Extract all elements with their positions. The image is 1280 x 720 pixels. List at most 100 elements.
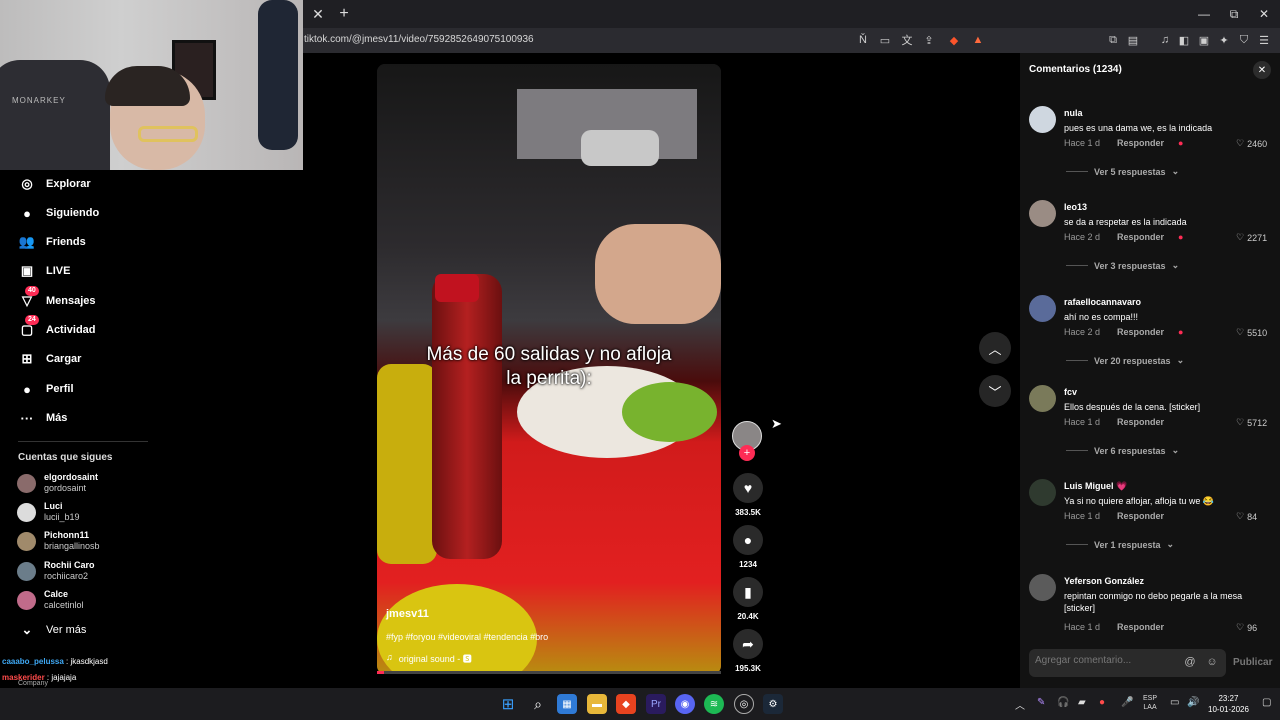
minimize-button[interactable]: —: [1194, 4, 1214, 24]
share-icon[interactable]: ⇪: [921, 32, 937, 48]
save-button[interactable]: ▮: [733, 577, 763, 607]
reply-button[interactable]: Responder: [1117, 327, 1164, 337]
reply-button[interactable]: Responder: [1117, 511, 1164, 521]
video-author[interactable]: jmesv11: [386, 608, 429, 620]
sidebar-item-live[interactable]: ▣ LIVE: [18, 261, 71, 281]
translate-icon[interactable]: 文: [899, 32, 915, 48]
notifications-icon[interactable]: ▢: [1262, 697, 1271, 708]
reply-button[interactable]: Responder: [1117, 138, 1164, 148]
next-video-button[interactable]: ﹀: [979, 375, 1011, 407]
photos-icon[interactable]: ▦: [557, 694, 577, 714]
comment-username[interactable]: leo13: [1064, 202, 1087, 212]
comment-avatar[interactable]: [1029, 574, 1056, 601]
network-icon[interactable]: ▭: [1170, 697, 1179, 708]
publish-button[interactable]: Publicar: [1233, 657, 1272, 668]
leo-icon[interactable]: ✦: [1216, 32, 1232, 48]
obs-icon[interactable]: ◎: [734, 694, 754, 714]
new-tab-button[interactable]: +: [334, 4, 354, 24]
comment-username[interactable]: rafaellocannavaro: [1064, 297, 1141, 307]
url-field[interactable]: tiktok.com/@jmesv11/video/75928526490751…: [304, 34, 534, 45]
comment-username[interactable]: Yeferson González: [1064, 576, 1144, 586]
brave-browser-icon[interactable]: ◆: [616, 694, 636, 714]
comment-username[interactable]: nula: [1064, 108, 1083, 118]
search-icon[interactable]: ⌕: [528, 694, 548, 714]
sidebar-item-cargar[interactable]: ⊞ Cargar: [18, 349, 82, 369]
reply-button[interactable]: Responder: [1117, 232, 1164, 242]
screenshot-icon[interactable]: ▭: [877, 32, 893, 48]
comment-avatar[interactable]: [1029, 106, 1056, 133]
tray-steam-icon[interactable]: ▰: [1078, 697, 1086, 708]
comment-input[interactable]: [1035, 655, 1175, 666]
view-replies-button[interactable]: Ver 1 respuesta ⌄: [1066, 539, 1174, 550]
comment-like-button[interactable]: ♡ 2460: [1236, 138, 1267, 149]
reader-icon[interactable]: Ň: [855, 32, 871, 48]
comment-like-button[interactable]: ♡ 2271: [1236, 232, 1267, 243]
spotify-icon[interactable]: ≋: [704, 694, 724, 714]
sidebar-icon[interactable]: ◧: [1176, 32, 1192, 48]
clock[interactable]: 23:27 10-01-2026: [1208, 693, 1249, 715]
comment-avatar[interactable]: [1029, 200, 1056, 227]
emoji-icon[interactable]: ☺: [1204, 654, 1220, 670]
sidebar-item-mensajes[interactable]: ▽ 40 Mensajes: [18, 286, 96, 311]
reply-button[interactable]: Responder: [1117, 417, 1164, 427]
following-account[interactable]: elgordosaint gordosaint: [17, 470, 98, 496]
maximize-button[interactable]: ⧉: [1224, 4, 1244, 24]
language-indicator[interactable]: ESP LAA: [1143, 694, 1157, 712]
sidebar-item-perfil[interactable]: ● Perfil: [18, 379, 73, 399]
rewards-icon[interactable]: ▲: [970, 32, 986, 48]
share-button[interactable]: ➦: [733, 629, 763, 659]
mention-icon[interactable]: @: [1182, 654, 1198, 670]
view-replies-button[interactable]: Ver 6 respuestas ⌄: [1066, 445, 1179, 456]
mic-icon[interactable]: 🎤: [1121, 697, 1133, 708]
comment-avatar[interactable]: [1029, 385, 1056, 412]
previous-video-button[interactable]: ︿: [979, 332, 1011, 364]
comment-input-box[interactable]: @ ☺: [1029, 649, 1226, 677]
wallet2-icon[interactable]: ▣: [1196, 32, 1212, 48]
following-account[interactable]: Pichonn11 briangallinosb: [17, 528, 100, 554]
comment-button[interactable]: ●: [733, 525, 763, 555]
see-more-button[interactable]: ⌄ Ver más: [18, 620, 87, 640]
comment-avatar[interactable]: [1029, 295, 1056, 322]
like-button[interactable]: ♥: [733, 473, 763, 503]
comment-like-button[interactable]: ♡ 96: [1236, 622, 1257, 633]
comment-username[interactable]: Luis Miguel 💗: [1064, 481, 1127, 492]
following-account[interactable]: Rochii Caro rochiicaro2: [17, 558, 95, 584]
comment-like-button[interactable]: ♡ 5712: [1236, 417, 1267, 428]
video-progress-bar[interactable]: [377, 671, 721, 674]
video-sound[interactable]: ♫ original sound - 🆂: [386, 652, 472, 665]
wallet-icon[interactable]: ▤: [1125, 32, 1141, 48]
comment-like-button[interactable]: ♡ 84: [1236, 511, 1257, 522]
headset-icon[interactable]: 🎧: [1057, 697, 1069, 708]
video-hashtags[interactable]: #fyp #foryou #videoviral #tendencia #bro: [386, 632, 548, 642]
comment-like-button[interactable]: ♡ 5510: [1236, 327, 1267, 338]
view-replies-button[interactable]: Ver 20 respuestas ⌄: [1066, 355, 1184, 366]
menu-icon[interactable]: ☰: [1256, 32, 1272, 48]
comment-username[interactable]: fcv: [1064, 387, 1077, 397]
tray-app-icon[interactable]: ✎: [1037, 697, 1045, 708]
sidebar-item-siguiendo[interactable]: ● Siguiendo: [18, 203, 99, 223]
sidebar-item-actividad[interactable]: ▢ 24 Actividad: [18, 315, 96, 340]
discord-icon[interactable]: ◉: [675, 694, 695, 714]
window-close-button[interactable]: ✕: [1254, 4, 1274, 24]
brave-shield-icon[interactable]: ◆: [946, 32, 962, 48]
steam-icon[interactable]: ⚙: [763, 694, 783, 714]
following-account[interactable]: Luci lucii_b19: [17, 499, 80, 525]
volume-icon[interactable]: 🔊: [1187, 697, 1199, 708]
view-replies-button[interactable]: Ver 3 respuestas ⌄: [1066, 260, 1179, 271]
windows-start-icon[interactable]: ⊞: [498, 694, 518, 714]
close-comments-button[interactable]: ✕: [1253, 61, 1271, 79]
view-replies-button[interactable]: Ver 5 respuestas ⌄: [1066, 166, 1179, 177]
reply-button[interactable]: Responder: [1117, 622, 1164, 632]
close-tab-button[interactable]: ✕: [308, 4, 328, 24]
file-explorer-icon[interactable]: ▬: [587, 694, 607, 714]
vpn-icon[interactable]: ⛉: [1236, 32, 1252, 48]
premiere-icon[interactable]: Pr: [646, 694, 666, 714]
record-icon[interactable]: ●: [1099, 697, 1105, 708]
following-account[interactable]: Calce calcetinlol: [17, 587, 84, 613]
extensions-icon[interactable]: ⧉: [1105, 32, 1121, 48]
tray-chevron-icon[interactable]: ︿: [1015, 697, 1025, 712]
follow-plus-icon[interactable]: +: [739, 445, 755, 461]
sidebar-item-ms[interactable]: ··· Más: [18, 408, 68, 428]
music-icon[interactable]: ♫: [1157, 32, 1173, 48]
comment-avatar[interactable]: [1029, 479, 1056, 506]
